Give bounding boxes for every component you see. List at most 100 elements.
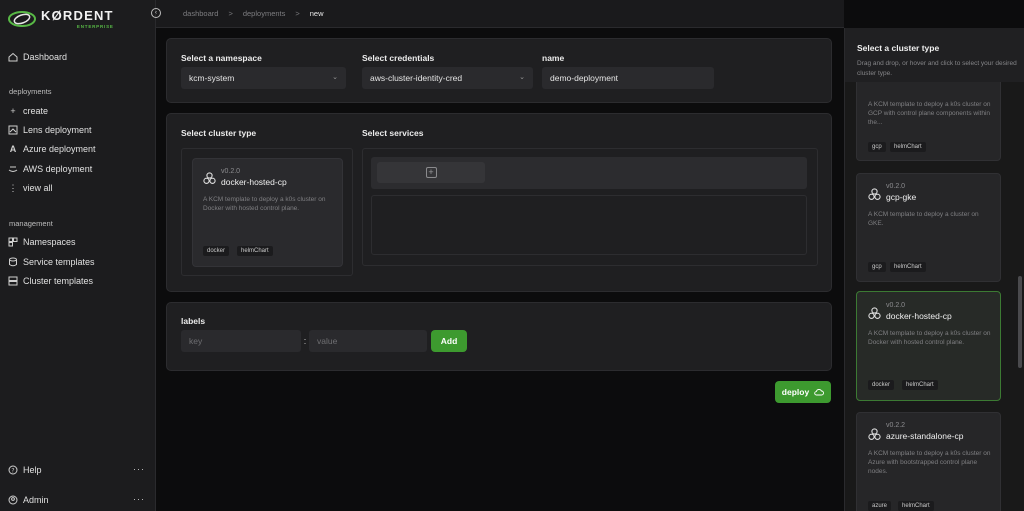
azure-icon: A bbox=[9, 144, 17, 154]
svg-text:?: ? bbox=[11, 467, 14, 474]
breadcrumb-dashboard[interactable]: dashboard bbox=[183, 9, 218, 18]
card-description: A KCM template to deploy a k0s cluster o… bbox=[868, 450, 991, 475]
card-title: docker-hosted-cp bbox=[886, 311, 952, 321]
namespace-label: Select a namespace bbox=[181, 53, 262, 63]
card-title: docker-hosted-cp bbox=[221, 177, 287, 187]
section-title-management: management bbox=[9, 219, 53, 228]
help-more-icon[interactable]: ··· bbox=[133, 464, 145, 474]
cloud-icon bbox=[814, 389, 825, 396]
credentials-value: aws-cluster-identity-cred bbox=[370, 73, 463, 83]
vertical-dots-icon: ⋮ bbox=[8, 182, 18, 193]
tag-azure: azure bbox=[868, 501, 892, 511]
service-slot-row: + bbox=[371, 157, 807, 189]
labels-panel: labels key : value Add bbox=[166, 302, 832, 371]
plus-icon: + bbox=[10, 106, 16, 116]
services-label: Select services bbox=[362, 128, 424, 138]
sidebar-item-label: Help bbox=[23, 465, 42, 475]
sidebar-item-label: Lens deployment bbox=[23, 125, 92, 135]
tag-docker: docker bbox=[868, 380, 895, 390]
cluster-icon bbox=[868, 428, 881, 440]
label-key-input[interactable]: key bbox=[181, 330, 301, 352]
cluster-icon bbox=[203, 172, 216, 184]
brand-sub: ENTERPRISE bbox=[76, 24, 114, 29]
card-description: A KCM template to deploy a cluster on GK… bbox=[868, 211, 979, 227]
user-icon bbox=[8, 495, 18, 505]
name-input[interactable]: demo-deployment bbox=[542, 67, 714, 89]
card-version: v0.2.0 bbox=[886, 302, 906, 309]
card-version: v0.2.2 bbox=[886, 422, 906, 429]
namespace-value: kcm-system bbox=[189, 73, 235, 83]
sidebar-item-lens-deployment[interactable]: Lens deployment bbox=[8, 123, 92, 137]
help-icon: ? bbox=[8, 465, 18, 475]
chevron-down-icon: ⌄ bbox=[332, 74, 338, 81]
card-version: v0.2.0 bbox=[886, 183, 906, 190]
cluster-services-panel: Select cluster type Select services v0.2… bbox=[166, 113, 832, 292]
card-version: v0.2.0 bbox=[221, 168, 241, 175]
sidebar-item-label: create bbox=[23, 106, 49, 116]
card-description: A KCM template to deploy a k0s cluster o… bbox=[203, 196, 326, 212]
cluster-icon bbox=[868, 188, 881, 200]
cluster-type-card[interactable]: v0.2.2 azure-standalone-cp A KCM templat… bbox=[856, 412, 1001, 511]
cluster-type-panel-header: Select a cluster type Drag and drop, or … bbox=[845, 28, 1024, 82]
deploy-button[interactable]: deploy bbox=[775, 381, 831, 403]
service-drop-area[interactable] bbox=[371, 195, 807, 255]
sidebar-item-create[interactable]: + create bbox=[8, 104, 48, 118]
plus-icon: + bbox=[425, 167, 437, 178]
cluster-icon bbox=[868, 307, 881, 319]
key-value-separator: : bbox=[303, 336, 307, 346]
cluster-panel-scrollbar[interactable] bbox=[1018, 276, 1022, 368]
namespace-select[interactable]: kcm-system ⌄ bbox=[181, 67, 346, 89]
cluster-type-card-selected[interactable]: v0.2.0 docker-hosted-cp A KCM template t… bbox=[856, 291, 1001, 401]
sidebar-item-view-all[interactable]: ⋮ view all bbox=[8, 181, 53, 195]
tag-gcp: gcp bbox=[868, 142, 886, 152]
breadcrumb-separator: > bbox=[295, 9, 300, 18]
add-service-button[interactable]: + bbox=[377, 162, 485, 183]
sidebar-item-label: Cluster templates bbox=[23, 276, 94, 286]
sidebar-item-azure-deployment[interactable]: A Azure deployment bbox=[8, 142, 96, 156]
sidebar-item-help[interactable]: ? Help bbox=[8, 463, 42, 477]
credentials-label: Select credentials bbox=[362, 53, 435, 63]
collapse-sidebar-icon[interactable]: ‹ bbox=[151, 8, 161, 18]
sidebar-item-service-templates[interactable]: Service templates bbox=[8, 255, 95, 269]
breadcrumb-current: new bbox=[309, 9, 324, 18]
breadcrumb-separator: > bbox=[228, 9, 233, 18]
tag-helmchart: helmChart bbox=[237, 246, 273, 256]
breadcrumb: dashboard > deployments > new bbox=[183, 9, 324, 18]
server-icon bbox=[8, 276, 18, 286]
tag-helmchart: helmChart bbox=[898, 501, 934, 511]
sidebar-item-admin[interactable]: Admin bbox=[8, 493, 49, 507]
add-label-button[interactable]: Add bbox=[431, 330, 467, 352]
services-dropzone: + bbox=[362, 148, 818, 266]
cluster-type-dropzone[interactable]: v0.2.0 docker-hosted-cp A KCM template t… bbox=[181, 148, 353, 276]
database-icon bbox=[8, 257, 18, 267]
sidebar-item-label: Admin bbox=[23, 495, 49, 505]
breadcrumb-deployments[interactable]: deployments bbox=[243, 9, 286, 18]
sidebar-item-dashboard[interactable]: Dashboard bbox=[8, 50, 67, 64]
tag-docker: docker bbox=[203, 246, 230, 256]
tag-helmchart: helmChart bbox=[902, 380, 938, 390]
labels-title: labels bbox=[181, 316, 206, 326]
credentials-select[interactable]: aws-cluster-identity-cred ⌄ bbox=[362, 67, 533, 89]
chevron-down-icon: ⌄ bbox=[519, 74, 525, 81]
section-title-deployments: deployments bbox=[9, 87, 52, 96]
card-title: gcp-gke bbox=[886, 192, 917, 202]
sidebar-item-label: Namespaces bbox=[23, 237, 76, 247]
sidebar-item-aws-deployment[interactable]: AWS deployment bbox=[8, 162, 92, 176]
brand-logo[interactable]: KØRDENT ENTERPRISE bbox=[8, 8, 114, 29]
app-window: KØRDENT ENTERPRISE Dashboard deployments… bbox=[0, 0, 1024, 511]
top-bar: ‹ dashboard > deployments > new bbox=[151, 0, 844, 28]
admin-more-icon[interactable]: ··· bbox=[133, 494, 145, 504]
selected-cluster-card[interactable]: v0.2.0 docker-hosted-cp A KCM template t… bbox=[192, 158, 343, 267]
sidebar-item-namespaces[interactable]: Namespaces bbox=[8, 235, 76, 249]
sidebar-item-label: Service templates bbox=[23, 257, 95, 267]
sidebar-item-label: Azure deployment bbox=[23, 144, 96, 154]
sidebar-item-label: AWS deployment bbox=[23, 164, 93, 174]
cluster-type-panel: Select a cluster type Drag and drop, or … bbox=[844, 28, 1024, 511]
card-description: A KCM template to deploy a k0s cluster o… bbox=[868, 330, 991, 346]
cluster-type-card[interactable]: v0.2.0 gcp-gke A KCM template to deploy … bbox=[856, 173, 1001, 282]
aws-icon bbox=[8, 164, 18, 174]
sidebar-item-label: Dashboard bbox=[23, 52, 68, 62]
label-value-input[interactable]: value bbox=[309, 330, 427, 352]
sidebar-item-cluster-templates[interactable]: Cluster templates bbox=[8, 274, 93, 288]
tag-gcp: gcp bbox=[868, 262, 886, 272]
